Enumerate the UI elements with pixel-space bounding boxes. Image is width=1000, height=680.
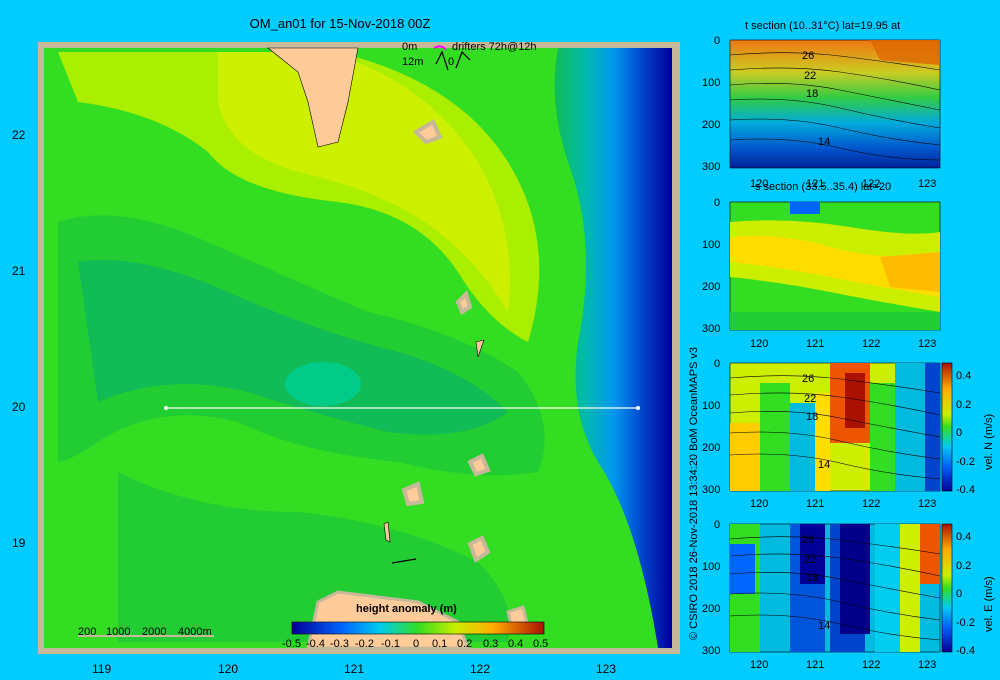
salinity-x-tick: 122 [862, 338, 881, 350]
vel-n-y-tick: 200 [702, 442, 721, 454]
drifter-legend-text: drifters 72h@12h [452, 41, 537, 53]
vel-e-x-tick: 121 [806, 659, 825, 671]
main-title: OM_an01 for 15-Nov-2018 00Z [249, 16, 431, 31]
vel-n-x-tick: 122 [862, 498, 881, 510]
colorbar-tick: -0.1 [381, 638, 400, 650]
vel-e-y-tick: 100 [702, 561, 721, 573]
temperature-contour-label: 22 [804, 70, 817, 82]
vel-e-contour-label: 22 [804, 554, 817, 566]
vel-n-cbar-tick: 0.2 [956, 399, 972, 411]
vel-e-y-tick: 0 [714, 519, 721, 531]
panel-title-temperature: t section (10..31°C) lat=19.95 at [745, 20, 901, 32]
temperature-x-tick: 123 [918, 178, 937, 190]
depth-legend-1000: 1000 [106, 626, 131, 638]
vel-n-cbar-tick: 0.4 [956, 370, 972, 382]
depth-legend-200: 200 [78, 626, 97, 638]
vel-n-x-tick: 123 [918, 498, 937, 510]
vel-e-cbar-label: vel. E (m/s) [983, 576, 995, 632]
vel-e-contour-label: 14 [818, 620, 831, 632]
salinity-x-tick: 123 [918, 338, 937, 350]
map-y-tick: 19 [12, 536, 26, 550]
salinity-x-tick: 120 [750, 338, 769, 350]
temperature-contour-label: 14 [818, 136, 831, 148]
map-y-tick: 21 [12, 264, 26, 278]
panel-title-salinity: s section (33.5..35.4) lat=20 [755, 181, 892, 193]
temperature-section [729, 39, 941, 169]
vel-n-x-tick: 121 [806, 498, 825, 510]
temperature-contour-label: 26 [802, 50, 815, 62]
colorbar-tick: -0.4 [306, 638, 325, 650]
colorbar [291, 621, 545, 635]
colorbar-tick: 0.5 [533, 638, 549, 650]
vel-n-cbar-tick: 0 [956, 427, 963, 439]
velocity-east-colorbar [941, 523, 953, 653]
map-x-tick: 120 [218, 662, 239, 676]
vel-e-contour-label: 18 [806, 572, 819, 584]
map-x-tick: 122 [470, 662, 491, 676]
salinity-y-tick: 100 [702, 239, 721, 251]
salinity-y-tick: 300 [702, 323, 721, 335]
temperature-y-tick: 200 [702, 119, 721, 131]
vel-e-cbar-tick: -0.4 [956, 645, 975, 657]
map-x-tick: 123 [596, 662, 617, 676]
vel-n-cbar-label: vel. N (m/s) [983, 413, 995, 470]
temperature-contour-label: 18 [806, 88, 819, 100]
vel-e-cbar-tick: -0.2 [956, 617, 975, 629]
credit-text: © CSIRO 2018 26-Nov-2018 13:34:20 BoM Oc… [688, 346, 700, 640]
colorbar-tick: -0.3 [330, 638, 349, 650]
map-y-tick: 20 [12, 400, 26, 414]
salinity-x-tick: 121 [806, 338, 825, 350]
vel-n-contour-label: 18 [806, 411, 819, 423]
colorbar-tick: 0.1 [432, 638, 448, 650]
vel-n-cbar-tick: -0.2 [956, 456, 975, 468]
vel-n-x-tick: 120 [750, 498, 769, 510]
vel-e-x-tick: 123 [918, 659, 937, 671]
colorbar-tick: 0 [413, 638, 420, 650]
vel-n-y-tick: 0 [714, 358, 721, 370]
vel-e-x-tick: 122 [862, 659, 881, 671]
vel-n-y-tick: 100 [702, 400, 721, 412]
vel-e-y-tick: 200 [702, 603, 721, 615]
drifter-legend-depth-12: 12m [402, 56, 424, 68]
vel-e-cbar-tick: 0 [956, 588, 963, 600]
vel-e-cbar-tick: 0.4 [956, 531, 972, 543]
temperature-y-tick: 0 [714, 35, 721, 47]
vel-n-cbar-tick: -0.4 [956, 484, 975, 496]
vel-e-y-tick: 300 [702, 645, 721, 657]
temperature-y-tick: 300 [702, 161, 721, 173]
height-anomaly-map [38, 42, 680, 654]
salinity-section [729, 201, 941, 331]
vel-n-contour-label: 14 [818, 459, 831, 471]
depth-legend-2000: 2000 [142, 626, 167, 638]
depth-legend-4000: 4000m [178, 626, 212, 638]
drifter-legend-value: 0 [448, 56, 455, 68]
colorbar-tick: -0.5 [282, 638, 301, 650]
colorbar-tick: -0.2 [355, 638, 374, 650]
temperature-y-tick: 100 [702, 77, 721, 89]
colorbar-title: height anomaly (m) [356, 603, 457, 615]
vel-n-contour-label: 22 [804, 393, 817, 405]
colorbar-tick: 0.2 [457, 638, 473, 650]
vel-e-x-tick: 120 [750, 659, 769, 671]
drifter-legend-depth-0: 0m [402, 41, 418, 53]
colorbar-tick: 0.4 [508, 638, 524, 650]
vel-n-contour-label: 26 [802, 373, 815, 385]
vel-e-contour-label: 26 [802, 534, 815, 546]
map-y-tick: 22 [12, 128, 26, 142]
salinity-y-tick: 0 [714, 197, 721, 209]
colorbar-tick: 0.3 [483, 638, 499, 650]
salinity-y-tick: 200 [702, 281, 721, 293]
velocity-east-section [729, 523, 941, 653]
map-x-tick: 121 [344, 662, 365, 676]
velocity-north-section [729, 362, 941, 492]
map-x-tick: 119 [92, 662, 112, 676]
velocity-north-colorbar [941, 362, 953, 492]
vel-e-cbar-tick: 0.2 [956, 560, 972, 572]
vel-n-y-tick: 300 [702, 484, 721, 496]
